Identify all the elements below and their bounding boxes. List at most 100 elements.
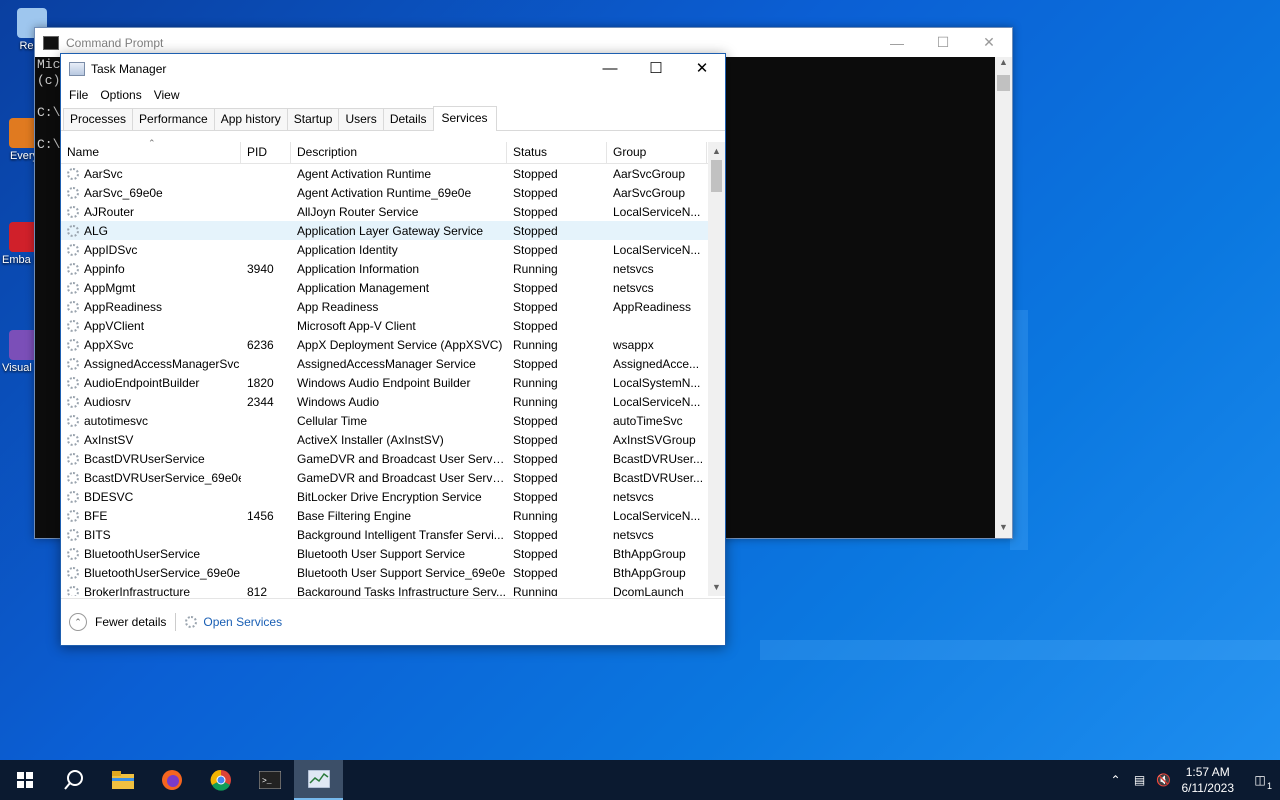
service-name-cell: ALG xyxy=(61,224,241,238)
maximize-button[interactable]: ☐ xyxy=(633,54,679,82)
chevron-up-icon: ⌃ xyxy=(69,613,87,631)
service-group: BcastDVRUser... xyxy=(613,470,704,485)
task-manager-window[interactable]: Task Manager — ☐ ✕ File Options View Pro… xyxy=(60,53,726,646)
tab-details[interactable]: Details xyxy=(382,108,434,130)
service-gear-icon xyxy=(67,281,79,294)
minimize-button[interactable]: — xyxy=(587,54,633,82)
scroll-down-icon[interactable]: ▼ xyxy=(995,522,1012,538)
service-description: Application Information xyxy=(297,261,420,276)
menu-file[interactable]: File xyxy=(63,88,94,102)
table-row[interactable]: AppReadiness App Readiness Stopped AppReadi… xyxy=(61,297,725,316)
taskbar-chrome[interactable] xyxy=(196,760,245,800)
close-button[interactable]: ✕ xyxy=(966,28,1012,57)
tab-app-history[interactable]: App history xyxy=(213,108,288,130)
tab-startup[interactable]: Startup xyxy=(286,108,340,130)
table-row[interactable]: AssignedAccessManagerSvc AssignedAccessMa… xyxy=(61,354,725,373)
service-name-cell: AarSvc xyxy=(61,167,241,181)
service-description: Bluetooth User Support Service xyxy=(297,546,466,561)
table-row[interactable]: BluetoothUserService_69e0e Bluetooth User… xyxy=(61,563,725,582)
service-pid: 3940 xyxy=(247,261,274,276)
table-row[interactable]: AarSvc Agent Activation Runtime Stopped Aar… xyxy=(61,164,725,183)
service-gear-icon xyxy=(67,319,79,332)
table-row[interactable]: AxInstSV ActiveX Installer (AxInstSV) Stop… xyxy=(61,430,725,449)
close-button[interactable]: ✕ xyxy=(679,54,725,82)
column-header-description[interactable]: Description xyxy=(291,142,507,163)
scroll-thumb[interactable] xyxy=(997,75,1010,91)
table-row[interactable]: AppXSvc 6236 AppX Deployment Service (AppX… xyxy=(61,335,725,354)
service-gear-icon xyxy=(67,490,79,503)
table-row[interactable]: BDESVC BitLocker Drive Encryption Service… xyxy=(61,487,725,506)
service-pid: 1820 xyxy=(247,375,274,390)
service-status: Running xyxy=(513,508,558,523)
service-pid: 1456 xyxy=(247,508,274,523)
open-services-label: Open Services xyxy=(203,615,283,629)
table-row[interactable]: AppMgmt Application Management Stopped nets… xyxy=(61,278,725,297)
maximize-button[interactable]: ☐ xyxy=(920,28,966,57)
table-row[interactable]: Appinfo 3940 Application Information Runnin… xyxy=(61,259,725,278)
table-row[interactable]: AppVClient Microsoft App-V Client Stopped xyxy=(61,316,725,335)
service-status: Running xyxy=(513,261,558,276)
chevron-up-icon[interactable]: ⌃ xyxy=(1104,773,1128,787)
menu-view[interactable]: View xyxy=(148,88,186,102)
service-name: AppIDSvc xyxy=(84,242,138,257)
service-group: AssignedAcce... xyxy=(613,356,700,371)
table-row[interactable]: Audiosrv 2344 Windows Audio Running LocalSer… xyxy=(61,392,725,411)
table-row[interactable]: BcastDVRUserService_69e0e GameDVR and Bro… xyxy=(61,468,725,487)
taskbar-command-prompt[interactable]: >_ xyxy=(245,760,294,800)
service-group: autoTimeSvc xyxy=(613,413,683,428)
tab-processes[interactable]: Processes xyxy=(63,108,134,130)
service-description: Agent Activation Runtime_69e0e xyxy=(297,185,472,200)
scroll-up-icon[interactable]: ▲ xyxy=(708,146,725,156)
service-group: AxInstSVGroup xyxy=(613,432,696,447)
tab-services[interactable]: Services xyxy=(432,106,497,131)
svg-text:>_: >_ xyxy=(262,777,272,786)
cmd-scrollbar[interactable]: ▲ ▼ xyxy=(995,57,1012,538)
service-name-cell: BluetoothUserService_69e0e xyxy=(61,566,241,580)
volume-muted-icon[interactable]: 🔇 xyxy=(1152,773,1176,787)
table-row[interactable]: BcastDVRUserService GameDVR and Broadcast… xyxy=(61,449,725,468)
service-group: BcastDVRUser... xyxy=(613,451,704,466)
services-table: ⌃ Name PID Description Status Group AarS… xyxy=(61,138,725,596)
scroll-thumb[interactable] xyxy=(711,160,722,192)
fewer-details-button[interactable]: ⌃ Fewer details xyxy=(69,613,166,631)
menubar: File Options View xyxy=(61,84,725,106)
taskbar-firefox[interactable] xyxy=(147,760,196,800)
tm-title: Task Manager xyxy=(91,62,167,76)
clock[interactable]: 1:57 AM 6/11/2023 xyxy=(1182,764,1235,796)
taskbar-task-manager[interactable] xyxy=(294,760,343,800)
taskbar-file-explorer[interactable] xyxy=(98,760,147,800)
table-row[interactable]: autotimesvc Cellular Time Stopped autoTimeS… xyxy=(61,411,725,430)
table-row[interactable]: BrokerInfrastructure 812 Background Tasks … xyxy=(61,582,725,596)
table-row[interactable]: BITS Background Intelligent Transfer Serv… xyxy=(61,525,725,544)
service-gear-icon xyxy=(67,547,79,560)
minimize-button[interactable]: — xyxy=(874,28,920,57)
table-row[interactable]: AJRouter AllJoyn Router Service Stopped Loc… xyxy=(61,202,725,221)
tm-scrollbar[interactable]: ▲ ▼ xyxy=(708,142,725,596)
network-icon[interactable]: ▤ xyxy=(1128,773,1152,787)
search-button[interactable] xyxy=(49,760,98,800)
column-header-status[interactable]: Status xyxy=(507,142,607,163)
service-name: AppReadiness xyxy=(84,299,163,314)
service-description: Bluetooth User Support Service_69e0e xyxy=(297,565,506,580)
table-row[interactable]: BFE 1456 Base Filtering Engine Running Local… xyxy=(61,506,725,525)
action-center-button[interactable]: ◫ 1 xyxy=(1240,773,1280,791)
column-header-group[interactable]: Group xyxy=(607,142,707,163)
service-name: BcastDVRUserService_69e0e xyxy=(84,470,241,485)
column-header-pid[interactable]: PID xyxy=(241,142,291,163)
tab-performance[interactable]: Performance xyxy=(132,108,215,130)
table-row[interactable]: BluetoothUserService Bluetooth User Suppo… xyxy=(61,544,725,563)
service-status: Stopped xyxy=(513,242,558,257)
table-row[interactable]: ALG Application Layer Gateway Service Stop… xyxy=(61,221,725,240)
scroll-up-icon[interactable]: ▲ xyxy=(995,57,1012,73)
table-row[interactable]: AppIDSvc Application Identity Stopped Local… xyxy=(61,240,725,259)
start-button[interactable] xyxy=(0,760,49,800)
table-row[interactable]: AarSvc_69e0e Agent Activation Runtime_69e… xyxy=(61,183,725,202)
table-row[interactable]: AudioEndpointBuilder 1820 Windows Audio En… xyxy=(61,373,725,392)
tab-users[interactable]: Users xyxy=(338,108,384,130)
open-services-link[interactable]: Open Services xyxy=(185,615,282,629)
service-name: BITS xyxy=(84,527,111,542)
service-status: Running xyxy=(513,584,558,597)
service-name-cell: AppReadiness xyxy=(61,300,241,314)
scroll-down-icon[interactable]: ▼ xyxy=(708,582,725,592)
menu-options[interactable]: Options xyxy=(94,88,147,102)
